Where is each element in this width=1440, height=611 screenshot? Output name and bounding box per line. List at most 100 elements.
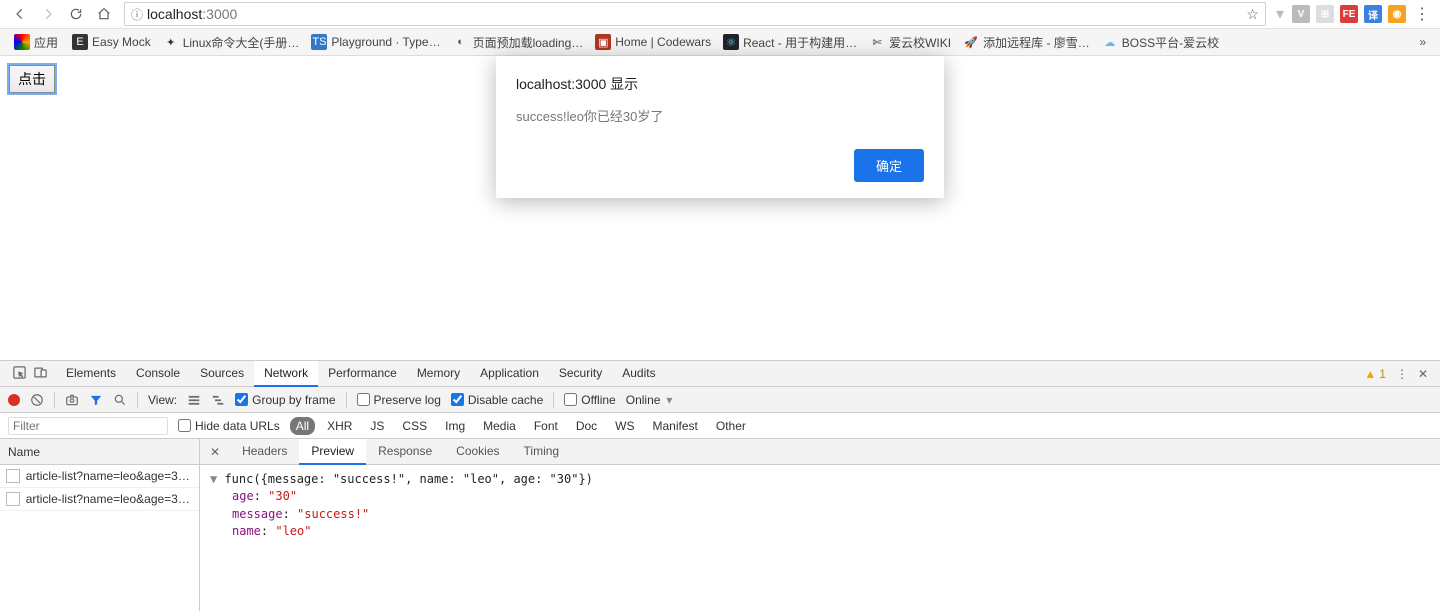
devtools-tab-security[interactable]: Security <box>549 361 612 386</box>
extension-icon[interactable]: ◉ <box>1388 5 1406 23</box>
filter-type-ws[interactable]: WS <box>609 417 640 435</box>
alert-message: success!leo你已经30岁了 <box>516 106 924 125</box>
apps-button[interactable]: 应用 <box>8 31 64 54</box>
warnings-badge[interactable]: ▲1 <box>1364 367 1386 381</box>
js-alert-dialog: localhost:3000 显示 success!leo你已经30岁了 确定 <box>496 56 944 198</box>
devtools-tab-console[interactable]: Console <box>126 361 190 386</box>
bookmarks-overflow-icon[interactable]: » <box>1413 35 1432 49</box>
browser-toolbar: ⓘ localhost:3000 ☆ ▾ V ⊞ FE 译 ◉ ⋮ <box>0 0 1440 29</box>
devtools-tab-elements[interactable]: Elements <box>56 361 126 386</box>
filter-type-doc[interactable]: Doc <box>570 417 603 435</box>
forward-button[interactable] <box>34 0 62 28</box>
preview-entry[interactable]: age: "30" <box>210 488 1430 505</box>
bookmark-item[interactable]: TSPlayground · Type… <box>305 31 446 53</box>
network-toolbar: View: Group by frame Preserve log Disabl… <box>0 387 1440 413</box>
bookmark-label: Easy Mock <box>92 35 151 49</box>
filter-type-js[interactable]: JS <box>364 417 390 435</box>
network-filter-bar: Hide data URLs All XHR JS CSS Img Media Font Do… <box>0 413 1440 439</box>
bookmark-label: 添加远程库 - 廖雪… <box>983 34 1090 51</box>
devtools-tab-audits[interactable]: Audits <box>612 361 665 386</box>
alert-title: localhost:3000 显示 <box>516 74 924 94</box>
device-icon[interactable] <box>33 365 48 383</box>
inspect-icon[interactable] <box>12 365 27 383</box>
filter-type-font[interactable]: Font <box>528 417 564 435</box>
bookmark-favicon: TS <box>311 34 327 50</box>
disable-cache-checkbox[interactable]: Disable cache <box>451 393 543 407</box>
extension-icon[interactable]: V <box>1292 5 1310 23</box>
view-waterfall-icon[interactable] <box>211 393 225 407</box>
offline-checkbox[interactable]: Offline <box>564 393 615 407</box>
view-list-icon[interactable] <box>187 393 201 407</box>
detail-tab-timing[interactable]: Timing <box>512 439 572 464</box>
filter-type-img[interactable]: Img <box>439 417 471 435</box>
reload-button[interactable] <box>62 0 90 28</box>
detail-tab-cookies[interactable]: Cookies <box>444 439 511 464</box>
devtools-tab-network[interactable]: Network <box>254 361 318 387</box>
bookmark-star-icon[interactable]: ☆ <box>1246 6 1259 23</box>
preserve-log-checkbox[interactable]: Preserve log <box>357 393 441 407</box>
detail-tab-preview[interactable]: Preview <box>299 439 366 465</box>
devtools-tabs: ElementsConsoleSourcesNetworkPerformance… <box>0 361 1440 387</box>
request-name: article-list?name=leo&age=30… <box>26 469 193 483</box>
group-by-frame-checkbox[interactable]: Group by frame <box>235 393 335 407</box>
bookmark-item[interactable]: E Easy Mock <box>66 31 157 53</box>
filter-type-all[interactable]: All <box>290 417 315 435</box>
devtools-tab-performance[interactable]: Performance <box>318 361 407 386</box>
request-row[interactable]: article-list?name=leo&age=30… <box>0 465 199 488</box>
hide-data-urls-checkbox[interactable]: Hide data URLs <box>178 419 280 433</box>
bookmark-item[interactable]: ✄爱云校WIKI <box>863 31 957 54</box>
filter-type-media[interactable]: Media <box>477 417 522 435</box>
clear-button[interactable] <box>30 393 44 407</box>
page-content: 点击 localhost:3000 显示 success!leo你已经30岁了 … <box>0 56 1440 360</box>
menu-icon[interactable]: ⋮ <box>1414 4 1430 24</box>
filter-type-xhr[interactable]: XHR <box>321 417 358 435</box>
preview-entry[interactable]: message: "success!" <box>210 506 1430 523</box>
filter-type-css[interactable]: CSS <box>396 417 433 435</box>
devtools-tab-sources[interactable]: Sources <box>190 361 254 386</box>
name-column-header[interactable]: Name <box>0 439 199 465</box>
filter-toggle-icon[interactable] <box>89 393 103 407</box>
bookmark-favicon: E <box>72 34 88 50</box>
bookmark-item[interactable]: ✦Linux命令大全(手册… <box>157 31 306 54</box>
bookmark-item[interactable]: ▣Home | Codewars <box>589 31 717 53</box>
back-button[interactable] <box>6 0 34 28</box>
filter-input[interactable] <box>8 417 168 435</box>
bookmark-favicon: ⚛ <box>723 34 739 50</box>
detail-close-icon[interactable]: ✕ <box>200 445 230 459</box>
chevron-down-icon[interactable]: ▾ <box>1276 4 1284 24</box>
filter-type-manifest[interactable]: Manifest <box>647 417 704 435</box>
request-row[interactable]: article-list?name=leo&age=30… <box>0 488 199 511</box>
devtools-menu-icon[interactable]: ⋮ <box>1396 367 1408 381</box>
bookmark-item[interactable]: ◐页面预加载loading… <box>447 31 590 54</box>
request-detail-pane: ✕ HeadersPreviewResponseCookiesTiming ▼ … <box>200 439 1440 611</box>
throttling-select[interactable]: Online▾ <box>626 393 673 407</box>
alert-ok-button[interactable]: 确定 <box>854 149 924 182</box>
preview-top-line[interactable]: func({message: "success!", name: "leo", … <box>224 472 592 486</box>
filter-type-other[interactable]: Other <box>710 417 752 435</box>
bookmark-item[interactable]: ⚛React - 用于构建用… <box>717 31 863 54</box>
bookmark-label: 爱云校WIKI <box>889 34 951 51</box>
preview-entry[interactable]: name: "leo" <box>210 523 1430 540</box>
devtools-tab-memory[interactable]: Memory <box>407 361 470 386</box>
devtools-tab-application[interactable]: Application <box>470 361 549 386</box>
devtools-close-icon[interactable]: ✕ <box>1418 367 1428 381</box>
detail-tab-response[interactable]: Response <box>366 439 444 464</box>
site-info-icon[interactable]: ⓘ <box>131 6 143 23</box>
bookmarks-bar: 应用 EEasy Mock✦Linux命令大全(手册…TSPlayground … <box>0 29 1440 56</box>
home-button[interactable] <box>90 0 118 28</box>
extension-icon[interactable]: 译 <box>1364 5 1382 23</box>
url-text: localhost:3000 <box>147 6 237 22</box>
extension-icon[interactable]: ⊞ <box>1316 5 1334 23</box>
page-click-button[interactable]: 点击 <box>9 65 55 93</box>
bookmark-item[interactable]: 🚀添加远程库 - 廖雪… <box>957 31 1096 54</box>
url-bar[interactable]: ⓘ localhost:3000 ☆ <box>124 2 1266 26</box>
apps-label: 应用 <box>34 34 58 51</box>
capture-screenshot-icon[interactable] <box>65 393 79 407</box>
bookmark-favicon: ✦ <box>163 34 179 50</box>
extension-icon[interactable]: FE <box>1340 5 1358 23</box>
record-button[interactable] <box>8 394 20 406</box>
bookmark-item[interactable]: ☁BOSS平台-爱云校 <box>1096 31 1225 54</box>
detail-tab-headers[interactable]: Headers <box>230 439 299 464</box>
bookmark-label: Linux命令大全(手册… <box>183 34 300 51</box>
search-icon[interactable] <box>113 393 127 407</box>
